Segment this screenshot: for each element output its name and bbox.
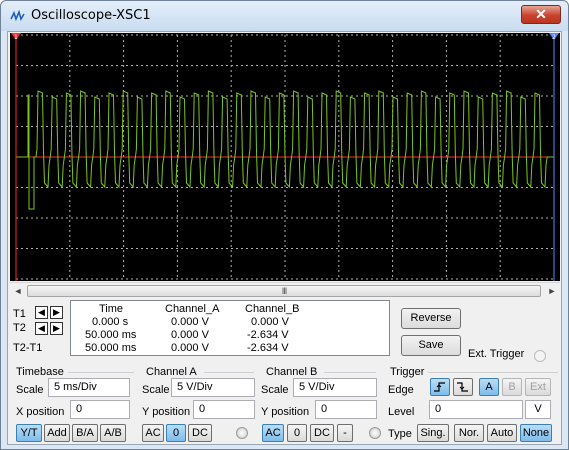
mode-add-button[interactable]: Add	[44, 424, 70, 442]
timebase-divider	[68, 372, 134, 373]
ext-trigger-label: Ext. Trigger	[468, 348, 525, 360]
x-position-field[interactable]: 0	[70, 400, 130, 419]
trigger-source-ext-button[interactable]: Ext	[525, 378, 551, 396]
t1-right-arrow-icon[interactable]: ▶	[50, 306, 63, 319]
trigger-level-unit[interactable]: V	[525, 400, 551, 419]
mode-ba-button[interactable]: B/A	[72, 424, 98, 442]
cursor-2-label: 2	[552, 34, 556, 41]
mode-ab-button[interactable]: A/B	[100, 424, 126, 442]
channel-a-y-position-field[interactable]: 0	[193, 400, 255, 419]
x-position-label: X position	[16, 406, 65, 418]
timebase-scale-field[interactable]: 5 ms/Div	[48, 378, 130, 397]
channel-b-scale-field[interactable]: 5 V/Div	[293, 378, 377, 397]
scope-display: 1 2	[11, 33, 559, 281]
time-scrollbar[interactable]: ◄ III ►	[10, 282, 560, 298]
readout-cell: 0.000 s	[92, 316, 129, 328]
channel-a-ac-button[interactable]: AC	[142, 424, 164, 442]
channel-a-title: Channel A	[146, 366, 197, 378]
title-bar[interactable]: Oscilloscope-XSC1 ✕	[1, 1, 568, 31]
scroll-left-icon[interactable]: ◄	[10, 283, 26, 299]
channel-a-dc-button[interactable]: DC	[188, 424, 212, 442]
t1-label: T1	[13, 308, 26, 320]
scroll-thumb[interactable]: III	[27, 285, 541, 297]
trigger-divider	[428, 372, 558, 373]
channel-b-y-position-label: Y position	[261, 406, 310, 418]
trigger-source-b-button[interactable]: B	[502, 378, 522, 396]
channel-b-scale-label: Scale	[261, 384, 289, 396]
channel-a-scale-label: Scale	[142, 384, 170, 396]
falling-edge-button[interactable]	[453, 378, 473, 396]
scroll-right-icon[interactable]: ►	[544, 283, 560, 299]
trigger-source-a-button[interactable]: A	[479, 378, 499, 396]
channel-b-divider	[324, 372, 376, 373]
ext-trigger-terminal[interactable]	[534, 350, 546, 362]
readout-cell: 50.000 ms	[85, 342, 137, 354]
oscilloscope-app-icon	[10, 10, 25, 22]
channel-a-divider	[204, 372, 254, 373]
readout-cell: -2.634 V	[247, 342, 289, 354]
readout-header-channel-b: Channel_B	[245, 303, 300, 315]
window-title: Oscilloscope-XSC1	[31, 8, 151, 23]
channel-a-terminal-icon[interactable]	[236, 427, 248, 439]
close-button[interactable]: ✕	[521, 5, 561, 24]
t1-left-arrow-icon[interactable]: ◀	[35, 306, 48, 319]
oscilloscope-panel: 1 2 ◄ III ► T1 ◀ ▶ T2 ◀ ▶ T2-T1 Time Cha…	[7, 31, 562, 445]
falling-edge-icon	[457, 382, 468, 392]
readout-cell: -2.634 V	[247, 329, 289, 341]
trigger-title: Trigger	[390, 366, 425, 378]
readout-cell: 0.000 V	[171, 329, 209, 341]
timebase-title: Timebase	[16, 366, 64, 378]
cursor-1-label: 1	[14, 34, 18, 41]
channel-a-zero-button[interactable]: 0	[166, 424, 186, 442]
channel-b-zero-button[interactable]: 0	[287, 424, 307, 442]
cursor-controls: T1 ◀ ▶ T2 ◀ ▶ T2-T1	[8, 300, 68, 358]
edge-label: Edge	[388, 384, 414, 396]
channel-b-terminal-icon[interactable]	[369, 427, 381, 439]
channel-b-y-position-field[interactable]: 0	[315, 400, 377, 419]
t2-left-arrow-icon[interactable]: ◀	[35, 322, 48, 335]
mode-yt-button[interactable]: Y/T	[16, 424, 42, 442]
reverse-button[interactable]: Reverse	[401, 308, 461, 329]
channel-a-scale-field[interactable]: 5 V/Div	[171, 378, 255, 397]
scope-screen: 1 2	[10, 33, 560, 281]
trigger-single-button[interactable]: Sing.	[417, 424, 449, 442]
t2-t1-label: T2-T1	[13, 342, 43, 354]
type-label: Type	[388, 428, 412, 440]
channel-b-invert-button[interactable]: -	[337, 424, 353, 442]
channel-a-y-position-label: Y position	[142, 406, 191, 418]
trigger-auto-button[interactable]: Auto	[487, 424, 517, 442]
readout-cell: 50.000 ms	[85, 329, 137, 341]
level-label: Level	[388, 406, 415, 418]
readout-cell: 0.000 V	[171, 342, 209, 354]
rising-edge-button[interactable]	[430, 378, 450, 396]
channel-b-dc-button[interactable]: DC	[310, 424, 334, 442]
save-button[interactable]: Save	[401, 335, 461, 356]
readout-header-time: Time	[99, 303, 124, 315]
channel-b-title: Channel B	[266, 366, 318, 378]
measurement-readout: Time Channel_A Channel_B 0.000 s 0.000 V…	[70, 300, 390, 356]
trigger-normal-button[interactable]: Nor.	[454, 424, 484, 442]
channel-b-ac-button[interactable]: AC	[262, 424, 284, 442]
readout-cell: 0.000 V	[251, 316, 289, 328]
timebase-scale-label: Scale	[16, 384, 44, 396]
t2-label: T2	[13, 322, 26, 334]
trigger-none-button[interactable]: None	[520, 424, 552, 442]
trigger-level-field[interactable]: 0	[429, 400, 523, 419]
readout-header-channel-a: Channel_A	[165, 303, 220, 315]
rising-edge-icon	[434, 382, 445, 392]
oscilloscope-window: Oscilloscope-XSC1 ✕ 1 2 ◄ III ► T1 ◀ ▶ T…	[0, 0, 569, 450]
readout-cell: 0.000 V	[171, 316, 209, 328]
t2-right-arrow-icon[interactable]: ▶	[50, 322, 63, 335]
